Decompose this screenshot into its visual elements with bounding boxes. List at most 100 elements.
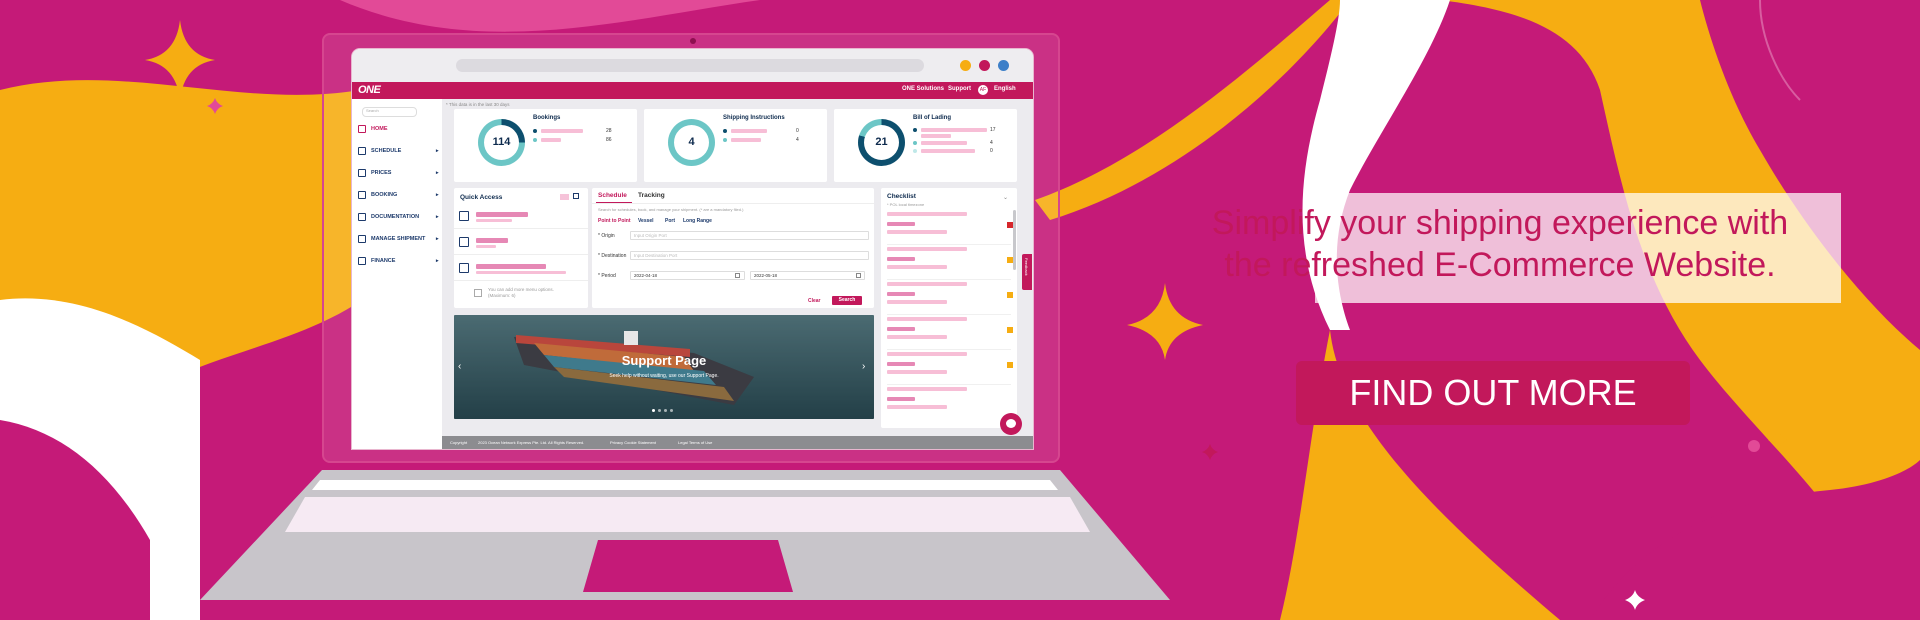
sidebar-search-input[interactable]: Search [362, 107, 417, 117]
url-bar[interactable] [456, 59, 924, 72]
one-logo[interactable]: ONE [358, 84, 381, 96]
nav-one-solutions[interactable]: ONE Solutions [902, 86, 944, 92]
tab-schedule[interactable]: Schedule [598, 192, 627, 199]
edit-icon[interactable] [573, 193, 579, 199]
chat-button[interactable] [1000, 413, 1022, 435]
quick-access-item[interactable] [454, 232, 588, 255]
calendar-icon [358, 147, 366, 155]
sidebar-item-finance[interactable]: FINANCE ▸ [358, 257, 439, 269]
legend-bar [731, 129, 767, 133]
add-menu-note-line1: You can add more menu options. [488, 287, 554, 292]
flag-yellow-icon [1007, 257, 1013, 263]
legend-dot [723, 138, 727, 142]
carousel-dot[interactable] [658, 409, 661, 412]
legend-dot [913, 128, 917, 132]
nav-support[interactable]: Support [948, 86, 971, 92]
chevron-left-icon[interactable]: ‹ [458, 361, 461, 372]
carousel-dot[interactable] [670, 409, 673, 412]
item-bar [887, 292, 915, 296]
mode-vessel[interactable]: Vessel [638, 218, 654, 224]
item-bar [887, 247, 967, 251]
document-link-icon [459, 237, 469, 247]
chevron-down-icon[interactable]: ⌄ [1003, 194, 1008, 201]
checklist-item[interactable] [887, 280, 1013, 315]
checklist-item[interactable] [887, 210, 1013, 245]
sidebar-item-home[interactable]: HOME [358, 125, 438, 137]
window-dot-yellow[interactable] [960, 60, 971, 71]
home-icon [358, 125, 366, 133]
checklist-scrollbar[interactable] [1013, 210, 1016, 270]
caret-right-icon: ▸ [436, 192, 439, 198]
sidebar-item-label: PRICES [371, 170, 392, 176]
checklist-item[interactable] [887, 315, 1013, 350]
item-bar [887, 257, 915, 261]
checklist-card: Checklist * POL local timezone ⌄ [881, 188, 1017, 428]
sidebar-item-booking[interactable]: BOOKING ▸ [358, 191, 439, 203]
sidebar-item-schedule[interactable]: SCHEDULE ▸ [358, 147, 439, 159]
carousel-dot[interactable] [664, 409, 667, 412]
item-label-bar [476, 264, 546, 269]
window-dot-blue[interactable] [998, 60, 1009, 71]
user-avatar[interactable]: AF [978, 85, 988, 95]
origin-label: * Origin [598, 233, 615, 239]
support-page-banner[interactable]: Support Page Seek help without waiting, … [454, 315, 874, 419]
language-select[interactable]: English [994, 86, 1016, 92]
calendar-icon[interactable] [856, 273, 861, 278]
item-bar [887, 282, 967, 286]
item-bar [887, 327, 915, 331]
period-from-input[interactable]: 2022-04-18 [630, 271, 745, 280]
checklist-item[interactable] [887, 245, 1013, 280]
shipping-title: Shipping Instructions [723, 115, 785, 121]
footer-legal-link[interactable]: Legal Terms of Use [678, 440, 712, 445]
item-sub-bar [476, 245, 496, 248]
clear-button[interactable]: Clear [808, 298, 821, 304]
add-menu-note-line2: (Maximum: 6) [488, 293, 516, 298]
item-sub-bar [476, 271, 566, 274]
legend-bar [921, 134, 951, 138]
sidebar-item-label: DOCUMENTATION [371, 214, 420, 220]
dashboard-main: * This data is in the last 30 days 114 B… [442, 99, 1033, 449]
item-bar [887, 300, 947, 304]
chevron-right-icon[interactable]: › [862, 361, 865, 372]
shipping-instructions-card[interactable]: 4 Shipping Instructions 0 4 [644, 109, 827, 182]
feedback-tab[interactable]: Feedback [1022, 254, 1032, 290]
mode-point-to-point[interactable]: Point to Point [598, 218, 631, 224]
carousel-dot[interactable] [652, 409, 655, 412]
item-bar [887, 362, 915, 366]
sidebar-item-prices[interactable]: PRICES ▸ [358, 169, 439, 181]
legend-dot [723, 129, 727, 133]
data-range-hint: * This data is in the last 30 days [446, 102, 510, 107]
checklist-item[interactable] [887, 350, 1013, 385]
schedule-link-icon [459, 211, 469, 221]
bill-of-lading-card[interactable]: 21 Bill of Lading 17 4 0 [834, 109, 1017, 182]
chat-bubble-icon [1006, 419, 1016, 428]
calendar-icon[interactable] [735, 273, 740, 278]
sidebar-item-label: HOME [371, 126, 388, 132]
find-out-more-button[interactable]: FIND OUT MORE [1296, 361, 1690, 425]
destination-input[interactable]: Input Destination Port [630, 251, 869, 260]
add-menu-icon[interactable] [474, 289, 482, 297]
item-bar [887, 405, 947, 409]
tab-tracking[interactable]: Tracking [638, 192, 665, 199]
search-button[interactable]: Search [832, 296, 862, 305]
sidebar-item-documentation[interactable]: DOCUMENTATION ▸ [358, 213, 439, 225]
bookings-row-1: 28 [606, 128, 612, 134]
item-bar [887, 317, 967, 321]
mode-long-range[interactable]: Long Range [683, 218, 712, 224]
footer-privacy-link[interactable]: Privacy Cookie Statement [610, 440, 656, 445]
shipping-row-2: 4 [796, 137, 799, 143]
quick-access-item[interactable] [454, 258, 588, 281]
item-bar [887, 370, 947, 374]
period-to-input[interactable]: 2022-05-18 [750, 271, 865, 280]
origin-input[interactable]: Input Origin Port [630, 231, 869, 240]
legend-dot [533, 138, 537, 142]
legend-bar [541, 129, 583, 133]
flag-red-icon [1007, 222, 1013, 228]
ship-link-icon [459, 263, 469, 273]
bookings-card[interactable]: 114 Bookings 28 86 [454, 109, 637, 182]
window-dot-magenta[interactable] [979, 60, 990, 71]
mode-port[interactable]: Port [665, 218, 675, 224]
sidebar-item-manage-shipment[interactable]: MANAGE SHIPMENT ▸ [358, 235, 439, 247]
checklist-item[interactable] [887, 385, 1011, 419]
quick-access-item[interactable] [454, 206, 588, 229]
